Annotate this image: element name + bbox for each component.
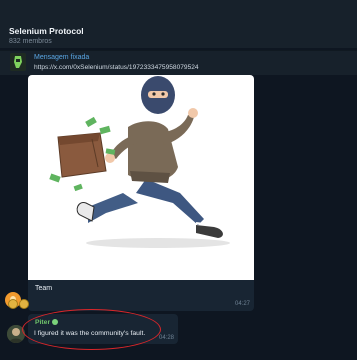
photo-message-bubble[interactable]: Team 04:27: [28, 75, 254, 311]
photo[interactable]: [28, 75, 254, 280]
pinned-label[interactable]: Mensagem fixada: [34, 54, 89, 61]
pinned-url[interactable]: https://x.com/0xSelenium/status/19723334…: [34, 64, 199, 71]
highlight-annotation: [22, 309, 161, 350]
reaction-emoji[interactable]: [8, 299, 18, 309]
message-caption: Team: [35, 285, 53, 292]
reaction-bar[interactable]: [8, 296, 30, 314]
chat-header[interactable]: Selenium Protocol 832 membros: [0, 0, 357, 48]
member-count: 832 membros: [9, 38, 52, 45]
reply-time: 04:28: [158, 335, 174, 341]
reaction-emoji[interactable]: [19, 299, 29, 309]
chat-title: Selenium Protocol: [9, 26, 84, 36]
pinned-thumbnail-icon: [10, 53, 26, 71]
thief-illustration: [49, 76, 230, 248]
message-time: 04:27: [234, 301, 250, 307]
